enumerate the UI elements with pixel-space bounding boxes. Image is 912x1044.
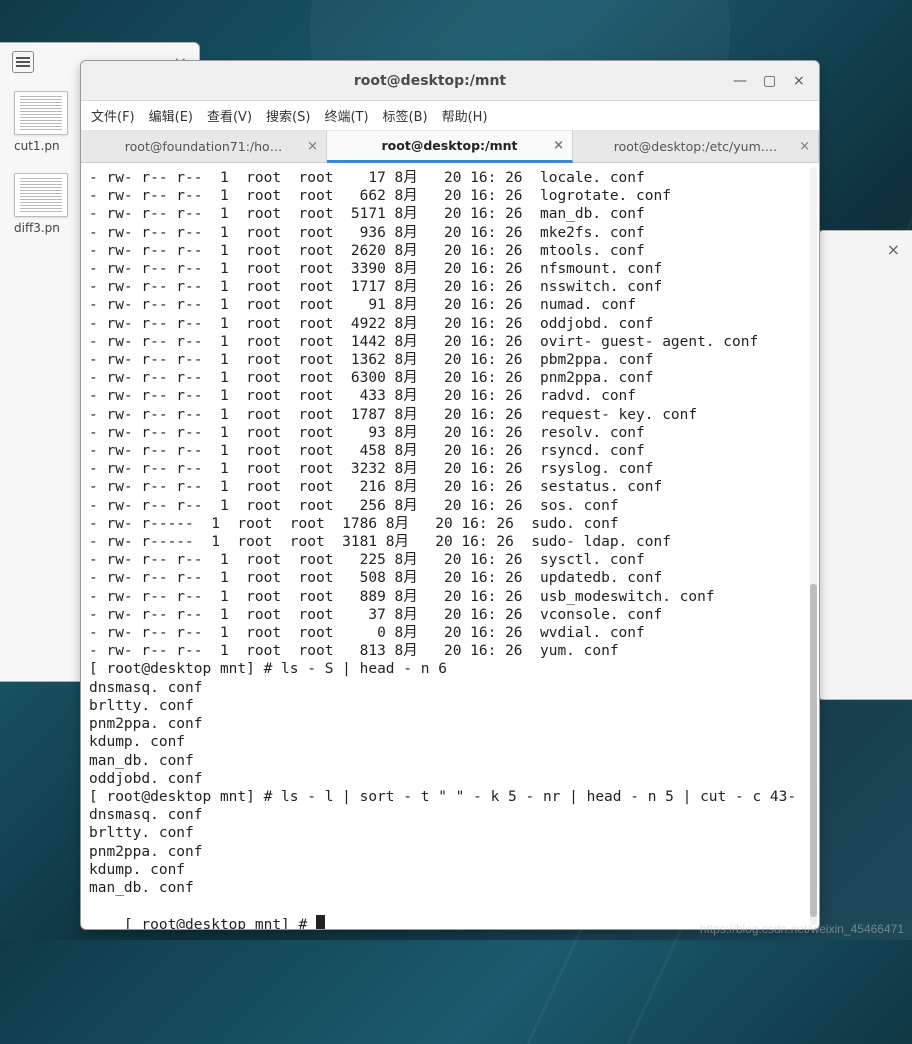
terminal-body[interactable]: - rw- r-- r-- 1 root root 17 8月 20 16: 2… <box>81 163 819 929</box>
cursor-icon <box>316 915 325 929</box>
tab-label: root@desktop:/mnt <box>382 138 518 153</box>
hamburger-icon[interactable] <box>12 51 34 73</box>
terminal-tabbar: root@foundation71:/ho…×root@desktop:/mnt… <box>81 131 819 163</box>
close-icon[interactable]: × <box>887 240 900 259</box>
maximize-icon[interactable]: ▢ <box>763 75 775 87</box>
terminal-tab[interactable]: root@foundation71:/ho… × <box>81 131 327 162</box>
terminal-prompt: [ root@desktop mnt] # <box>124 917 316 929</box>
tab-close-icon[interactable]: × <box>799 139 810 154</box>
menu-item[interactable]: 查看(V) <box>207 106 252 125</box>
tab-label: root@foundation71:/ho… <box>125 139 282 154</box>
terminal-window: root@desktop:/mnt — ▢ × 文件(F) 编辑(E) 查看(V) 搜… <box>80 60 820 930</box>
menu-item[interactable]: 终端(T) <box>324 106 368 125</box>
terminal-tab[interactable]: root@desktop:/etc/yum.… × <box>573 131 819 162</box>
terminal-menubar: 文件(F) 编辑(E) 查看(V) 搜索(S) 终端(T) 标签(B) 帮助(H) <box>81 101 819 131</box>
menu-item[interactable]: 搜索(S) <box>266 106 310 125</box>
terminal-output: - rw- r-- r-- 1 root root 17 8月 20 16: 2… <box>89 170 796 896</box>
image-icon <box>14 173 68 217</box>
window-title: root@desktop:/mnt <box>141 73 719 89</box>
menu-item[interactable]: 文件(F) <box>91 106 135 125</box>
close-icon[interactable]: × <box>793 75 805 87</box>
menu-item[interactable]: 帮助(H) <box>442 106 488 125</box>
background-window-right: × <box>817 230 912 700</box>
terminal-tab[interactable]: root@desktop:/mnt × <box>327 131 573 163</box>
menu-item[interactable]: 标签(B) <box>383 106 428 125</box>
image-icon <box>14 91 68 135</box>
scroll-thumb[interactable] <box>810 584 817 918</box>
minimize-icon[interactable]: — <box>733 75 745 87</box>
tab-close-icon[interactable]: × <box>307 139 318 154</box>
tab-close-icon[interactable]: × <box>553 138 564 153</box>
terminal-titlebar[interactable]: root@desktop:/mnt — ▢ × <box>81 61 819 101</box>
watermark: https://blog.csdn.net/weixin_45466471 <box>700 922 904 936</box>
tab-label: root@desktop:/etc/yum.… <box>614 139 778 154</box>
scrollbar[interactable] <box>810 167 817 925</box>
menu-item[interactable]: 编辑(E) <box>149 106 193 125</box>
